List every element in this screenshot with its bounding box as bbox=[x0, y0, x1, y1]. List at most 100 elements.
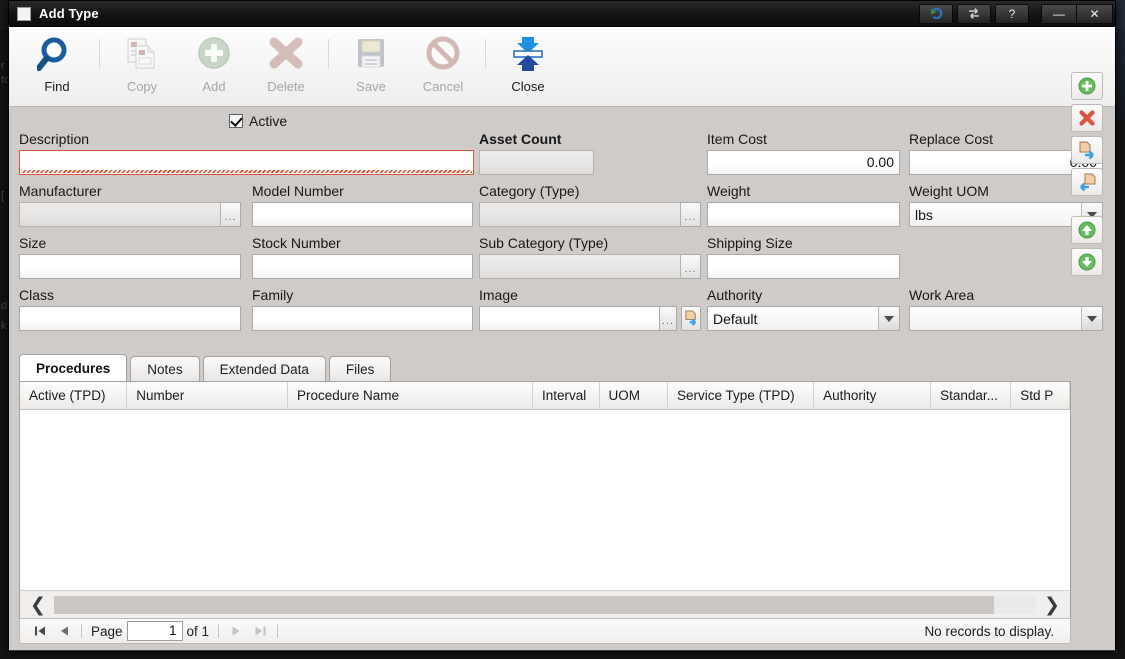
toolbar-cancel-label: Cancel bbox=[422, 79, 464, 94]
move-up-button[interactable] bbox=[1071, 216, 1103, 244]
toolbar-separator-3 bbox=[485, 39, 486, 69]
weight-input[interactable] bbox=[707, 202, 900, 227]
scroll-track[interactable] bbox=[54, 595, 1036, 614]
toolbar-add-button[interactable]: Add bbox=[178, 33, 250, 103]
pager-status-text: No records to display. bbox=[924, 623, 1054, 639]
category-input-group: ... bbox=[479, 202, 701, 227]
green-up-arrow-icon bbox=[1078, 221, 1096, 239]
tab-extended-data-label: Extended Data bbox=[219, 361, 309, 377]
item-cost-input[interactable]: 0.00 bbox=[707, 150, 900, 175]
history-button[interactable] bbox=[919, 3, 953, 24]
tab-procedures[interactable]: Procedures bbox=[19, 354, 128, 381]
add-type-dialog: Add Type ? — ✕ Find Copy Add Delete Save… bbox=[8, 0, 1116, 652]
pager-page-input[interactable]: 1 bbox=[126, 621, 183, 641]
field-model-number: Model Number bbox=[252, 183, 473, 227]
image-input[interactable] bbox=[479, 306, 660, 331]
lower-panel: Procedures Notes Extended Data Files Act… bbox=[9, 72, 1115, 650]
toolbar-close-label: Close bbox=[511, 79, 545, 94]
column-header-uom[interactable]: UOM bbox=[600, 382, 669, 409]
chevron-down-icon[interactable] bbox=[878, 307, 899, 330]
grid-horizontal-scrollbar[interactable]: ❮ ❯ bbox=[20, 590, 1070, 618]
label-stock-number: Stock Number bbox=[252, 235, 341, 251]
sub-category-browse-button[interactable]: ... bbox=[681, 254, 701, 279]
column-header-interval[interactable]: Interval bbox=[533, 382, 600, 409]
authority-select[interactable]: Default bbox=[707, 306, 900, 331]
toolbar-add-label: Add bbox=[202, 79, 226, 94]
field-category: Category (Type) ... bbox=[479, 183, 701, 227]
refresh-button[interactable] bbox=[957, 3, 991, 24]
label-size: Size bbox=[19, 235, 47, 251]
toolbar-delete-button[interactable]: Delete bbox=[250, 33, 322, 103]
column-header-service-type-tpd[interactable]: Service Type (TPD) bbox=[668, 382, 815, 409]
family-input[interactable] bbox=[252, 306, 473, 331]
procedures-grid: Active (TPD) Number Procedure Name Inter… bbox=[19, 381, 1071, 619]
manufacturer-browse-button[interactable]: ... bbox=[221, 202, 241, 227]
scroll-left-icon[interactable]: ❮ bbox=[22, 592, 54, 618]
tab-files[interactable]: Files bbox=[328, 356, 392, 381]
copy-pages-icon bbox=[122, 33, 162, 77]
green-plus-icon bbox=[1078, 77, 1096, 95]
title-bar[interactable]: Add Type ? — ✕ bbox=[9, 1, 1115, 27]
active-checkbox-row[interactable]: Active bbox=[9, 107, 1115, 131]
label-asset-count: Asset Count bbox=[479, 131, 562, 147]
toolbar-find-button[interactable]: Find bbox=[21, 33, 93, 103]
class-input[interactable] bbox=[19, 306, 241, 331]
image-export-button[interactable] bbox=[681, 306, 701, 331]
tab-extended-data[interactable]: Extended Data bbox=[202, 356, 326, 381]
model-number-input[interactable] bbox=[252, 202, 473, 227]
sub-category-input[interactable] bbox=[479, 254, 681, 279]
image-browse-button[interactable]: ... bbox=[659, 306, 678, 331]
toolbar-close-button[interactable]: Close bbox=[492, 33, 564, 103]
export-button[interactable] bbox=[1071, 136, 1103, 164]
toolbar-copy-button[interactable]: Copy bbox=[106, 33, 178, 103]
column-header-standard[interactable]: Standar... bbox=[931, 382, 1012, 409]
add-row-button[interactable] bbox=[1071, 72, 1103, 100]
label-model-number: Model Number bbox=[252, 183, 344, 199]
label-class: Class bbox=[19, 287, 55, 303]
column-header-active-tpd[interactable]: Active (TPD) bbox=[20, 382, 128, 409]
column-header-procedure-name[interactable]: Procedure Name bbox=[288, 382, 533, 409]
label-image: Image bbox=[479, 287, 518, 303]
shipping-size-input[interactable] bbox=[707, 254, 900, 279]
tab-notes[interactable]: Notes bbox=[130, 356, 200, 381]
toolbar-cancel-button[interactable]: Cancel bbox=[407, 33, 479, 103]
column-header-number[interactable]: Number bbox=[127, 382, 288, 409]
stock-number-input[interactable] bbox=[252, 254, 473, 279]
field-authority: Authority Default bbox=[707, 287, 900, 331]
column-header-std-p[interactable]: Std P bbox=[1011, 382, 1071, 409]
import-button[interactable] bbox=[1071, 168, 1103, 196]
column-header-authority[interactable]: Authority bbox=[814, 382, 932, 409]
chevron-down-icon[interactable] bbox=[1081, 307, 1102, 330]
next-page-button[interactable] bbox=[224, 624, 248, 638]
label-manufacturer: Manufacturer bbox=[19, 183, 102, 199]
field-description: Description bbox=[19, 131, 474, 175]
move-down-button[interactable] bbox=[1071, 248, 1103, 276]
grid-header-row: Active (TPD) Number Procedure Name Inter… bbox=[20, 382, 1071, 410]
delete-row-button[interactable] bbox=[1071, 104, 1103, 132]
doc-right-arrow-icon bbox=[1079, 141, 1094, 160]
window-square-icon bbox=[17, 6, 31, 21]
scroll-right-icon[interactable]: ❯ bbox=[1036, 592, 1068, 618]
toolbar-save-button[interactable]: Save bbox=[335, 33, 407, 103]
size-input[interactable] bbox=[19, 254, 241, 279]
toolbar-save-label: Save bbox=[356, 79, 386, 94]
category-browse-button[interactable]: ... bbox=[681, 202, 701, 227]
close-window-button[interactable]: ✕ bbox=[1077, 3, 1113, 24]
green-down-arrow-icon bbox=[1078, 253, 1096, 271]
scroll-thumb[interactable] bbox=[54, 595, 994, 614]
first-page-button[interactable] bbox=[28, 624, 52, 638]
manufacturer-input[interactable] bbox=[19, 202, 221, 227]
description-input[interactable] bbox=[19, 150, 474, 175]
last-page-button[interactable] bbox=[248, 624, 272, 638]
prev-page-button[interactable] bbox=[52, 624, 76, 638]
help-button[interactable]: ? bbox=[995, 3, 1029, 24]
doc-right-arrow-icon bbox=[685, 310, 696, 326]
backdrop-text-1: r bbox=[1, 60, 5, 72]
pager-divider-2 bbox=[218, 624, 220, 638]
minimize-button[interactable]: — bbox=[1041, 3, 1077, 24]
category-input[interactable] bbox=[479, 202, 681, 227]
work-area-select[interactable] bbox=[909, 306, 1103, 331]
active-checkbox[interactable] bbox=[229, 113, 243, 128]
authority-value: Default bbox=[713, 310, 758, 327]
no-entry-icon bbox=[423, 33, 463, 77]
